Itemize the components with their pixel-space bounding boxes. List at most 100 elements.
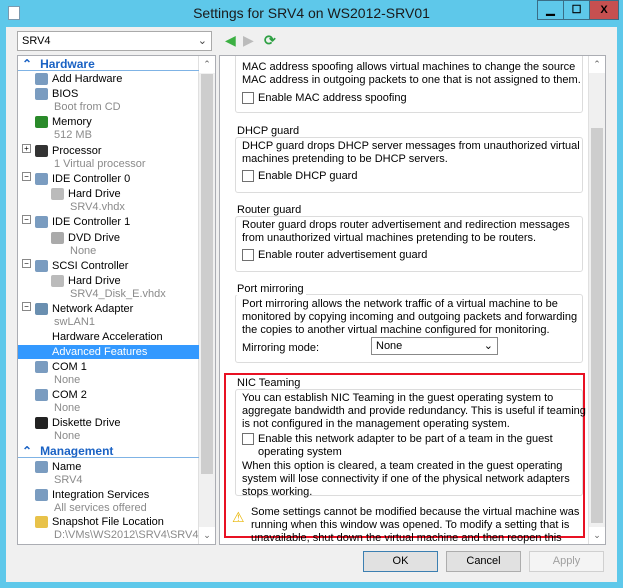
tree-item[interactable]: COM 2 xyxy=(52,388,87,402)
tree-item[interactable]: Hard Drive xyxy=(68,187,121,201)
warning-icon: ⚠ xyxy=(232,509,245,525)
tree-item-detail: SRV4.vhdx xyxy=(70,201,125,213)
tree-item[interactable]: IDE Controller 0 xyxy=(52,172,130,186)
tree-item[interactable]: Diskette Drive xyxy=(52,416,120,430)
tree-item[interactable]: BIOS xyxy=(52,87,78,101)
scroll-thumb[interactable] xyxy=(591,128,603,523)
nic-teaming-note: When this option is cleared, a team crea… xyxy=(242,460,570,498)
section-hardware[interactable]: ⌃ Hardware xyxy=(18,57,199,71)
diskette-icon xyxy=(35,417,48,429)
tree-item[interactable]: Memory xyxy=(52,115,92,129)
tree-item[interactable]: Snapshot File Location xyxy=(52,515,164,529)
close-button[interactable]: X xyxy=(589,0,619,20)
tree-item-detail: None xyxy=(70,245,97,257)
tree-scrollbar[interactable]: ⌃ ⌄ xyxy=(198,56,215,544)
name-icon xyxy=(35,461,48,473)
mac-spoofing-description: MAC address spoofing allows virtual mach… xyxy=(242,61,581,86)
tree-item-detail: swLAN1 xyxy=(54,316,95,328)
memory-icon xyxy=(35,116,48,128)
expand-toggle-icon[interactable]: − xyxy=(22,302,31,311)
scroll-down-icon[interactable]: ⌄ xyxy=(199,527,215,544)
hard-drive-icon xyxy=(51,275,64,287)
apply-button[interactable]: Apply xyxy=(529,551,604,572)
window-title: Settings for SRV4 on WS2012-SRV01 xyxy=(193,5,430,21)
tree-item-detail: Boot from CD xyxy=(54,101,121,113)
dialog-body: SRV4 ⌄ ◀ ▶ ⟳ ⌃ ⌄ ⌃ Hardware Add Hardware BIO… xyxy=(6,27,617,582)
tree-item[interactable]: Advanced Features xyxy=(18,345,199,359)
hard-drive-icon xyxy=(51,188,64,200)
tree-item-detail: SRV4_Disk_E.vhdx xyxy=(70,288,166,300)
expand-toggle-icon[interactable]: − xyxy=(22,215,31,224)
add-hardware-icon xyxy=(35,73,48,85)
mac-spoofing-checkbox-label[interactable]: Enable MAC address spoofing xyxy=(258,92,407,105)
ide-controller-icon xyxy=(35,173,48,185)
tree-item[interactable]: Name xyxy=(52,460,81,474)
com-port-icon xyxy=(35,361,48,373)
dhcp-guard-checkbox[interactable] xyxy=(242,170,254,182)
tree-item[interactable]: IDE Controller 1 xyxy=(52,215,130,229)
settings-window: Settings for SRV4 on WS2012-SRV01 ▁ ☐ X … xyxy=(0,0,623,588)
processor-icon xyxy=(35,145,48,157)
vm-selector-dropdown[interactable]: SRV4 ⌄ xyxy=(17,31,212,51)
cancel-button[interactable]: Cancel xyxy=(446,551,521,572)
expand-toggle-icon[interactable]: + xyxy=(22,144,31,153)
section-management-label: Management xyxy=(40,444,114,458)
scroll-up-icon[interactable]: ⌃ xyxy=(199,56,215,73)
tree-item[interactable]: Network Adapter xyxy=(52,302,133,316)
integration-services-icon xyxy=(35,489,48,501)
network-adapter-icon xyxy=(35,303,48,315)
tree-item[interactable]: COM 1 xyxy=(52,360,87,374)
mac-spoofing-checkbox[interactable] xyxy=(242,92,254,104)
minimize-button[interactable]: ▁ xyxy=(537,0,564,20)
settings-tree: ⌃ ⌄ ⌃ Hardware Add Hardware BIOS Boot from C… xyxy=(17,55,216,545)
tree-item-detail: 512 MB xyxy=(54,129,92,141)
router-guard-checkbox-label[interactable]: Enable router advertisement guard xyxy=(258,249,427,262)
dhcp-guard-title: DHCP guard xyxy=(235,125,302,137)
settings-content: ⌃ ⌄ MAC address spoofing allows virtual … xyxy=(219,55,606,545)
dvd-drive-icon xyxy=(51,232,64,244)
port-mirroring-description: Port mirroring allows the network traffi… xyxy=(242,298,578,336)
tree-item-detail: None xyxy=(54,374,81,386)
nic-teaming-checkbox[interactable] xyxy=(242,433,254,445)
nic-teaming-checkbox-label[interactable]: Enable this network adapter to be part o… xyxy=(258,433,583,459)
forward-arrow-icon[interactable]: ▶ xyxy=(243,32,254,49)
port-mirroring-title: Port mirroring xyxy=(235,283,306,295)
tree-item-detail: None xyxy=(54,430,81,442)
tree-item[interactable]: Hard Drive xyxy=(68,274,121,288)
mirroring-mode-value: None xyxy=(376,340,403,352)
collapse-icon[interactable]: ⌃ xyxy=(22,444,32,458)
tree-item-detail: All services offered xyxy=(54,502,147,514)
collapse-icon[interactable]: ⌃ xyxy=(22,57,32,71)
maximize-button[interactable]: ☐ xyxy=(563,0,590,20)
scroll-thumb[interactable] xyxy=(201,74,213,474)
expand-toggle-icon[interactable]: − xyxy=(22,172,31,181)
router-guard-title: Router guard xyxy=(235,204,304,216)
refresh-icon[interactable]: ⟳ xyxy=(264,32,276,49)
scsi-controller-icon xyxy=(35,260,48,272)
tree-item[interactable]: DVD Drive xyxy=(68,231,120,245)
content-scrollbar[interactable]: ⌃ ⌄ xyxy=(588,56,605,544)
tree-item-detail: 1 Virtual processor xyxy=(54,158,146,170)
expand-toggle-icon[interactable]: − xyxy=(22,259,31,268)
dhcp-guard-checkbox-label[interactable]: Enable DHCP guard xyxy=(258,170,357,183)
dhcp-guard-description: DHCP guard drops DHCP server messages fr… xyxy=(242,140,580,165)
back-arrow-icon[interactable]: ◀ xyxy=(225,32,236,49)
router-guard-checkbox[interactable] xyxy=(242,249,254,261)
tree-item-detail: SRV4 xyxy=(54,474,83,486)
mirroring-mode-dropdown[interactable]: None ⌄ xyxy=(371,337,498,355)
tree-item[interactable]: Add Hardware xyxy=(52,72,122,86)
section-management[interactable]: ⌃ Management xyxy=(18,444,199,458)
tree-item[interactable]: SCSI Controller xyxy=(52,259,128,273)
tree-item-detail: D:\VMs\WS2012\SRV4\SRV4 xyxy=(54,529,199,541)
tree-item[interactable]: Integration Services xyxy=(52,488,149,502)
router-guard-description: Router guard drops router advertisement … xyxy=(242,219,570,244)
ok-button[interactable]: OK xyxy=(363,551,438,572)
running-vm-warning: Some settings cannot be modified because… xyxy=(251,506,580,544)
scroll-down-icon[interactable]: ⌄ xyxy=(589,527,605,544)
scroll-up-icon[interactable]: ⌃ xyxy=(589,56,605,73)
tree-item[interactable]: Processor xyxy=(52,144,102,158)
snapshot-folder-icon xyxy=(35,516,48,528)
tree-item-detail: None xyxy=(54,402,81,414)
tree-item[interactable]: Hardware Acceleration xyxy=(52,330,163,344)
com-port-icon xyxy=(35,389,48,401)
